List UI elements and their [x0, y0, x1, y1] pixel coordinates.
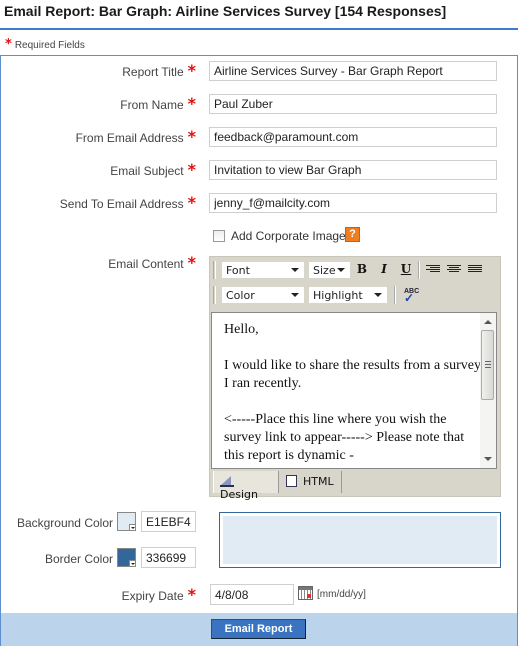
required-asterisk-icon: * [187, 193, 196, 212]
color-preview-box [219, 512, 501, 568]
required-fields-text: Required Fields [14, 40, 85, 51]
email-subject-label: Email Subject * [110, 162, 196, 179]
from-name-label-text: From Name [120, 98, 184, 112]
required-asterisk-icon: * [187, 61, 196, 80]
send-to-label: Send To Email Address * [59, 195, 196, 212]
toolbar-grip[interactable] [213, 261, 216, 279]
border-color-swatch[interactable] [117, 548, 136, 567]
scroll-up-arrow-icon[interactable] [484, 320, 492, 324]
content-paragraph: <-----Place this line where you wish the… [224, 412, 468, 463]
email-content-label-text: Email Content [108, 257, 184, 271]
toolbar-grip[interactable] [213, 286, 216, 304]
add-corporate-image-checkbox[interactable] [213, 230, 225, 242]
chevron-down-icon [129, 524, 135, 530]
background-color-input[interactable] [141, 511, 196, 532]
chevron-down-icon [337, 268, 345, 272]
grip-icon [485, 361, 491, 368]
tab-html[interactable]: HTML [280, 471, 342, 493]
size-select[interactable]: Size [308, 261, 351, 279]
content-paragraph: I would like to share the results from a… [224, 358, 481, 391]
toolbar-separator [394, 286, 396, 304]
tab-design-label: Design [220, 488, 258, 501]
spellcheck-icon[interactable]: ABC ✓ [404, 288, 419, 305]
vertical-scrollbar[interactable] [480, 313, 496, 468]
from-name-input[interactable] [209, 94, 497, 114]
required-asterisk-icon: * [187, 253, 196, 272]
background-color-label: Background Color [16, 516, 113, 530]
report-title-input[interactable] [209, 61, 497, 81]
color-select[interactable]: Color [221, 286, 305, 304]
scroll-thumb[interactable] [481, 330, 494, 400]
html-icon [286, 475, 297, 487]
from-email-label-text: From Email Address [75, 131, 184, 145]
email-report-button[interactable]: Email Report [211, 619, 306, 639]
date-format-hint: [mm/dd/yy] [317, 589, 366, 600]
content-paragraph: Hello, [224, 322, 259, 337]
required-asterisk-icon: * [187, 94, 196, 113]
align-center-icon[interactable] [447, 265, 461, 276]
design-icon [220, 475, 234, 487]
help-icon[interactable]: ? [345, 227, 360, 242]
scroll-down-arrow-icon[interactable] [484, 457, 492, 461]
expiry-date-label: Expiry Date * [121, 587, 196, 604]
bold-button[interactable]: B [354, 262, 370, 276]
required-asterisk-icon: * [187, 585, 196, 604]
from-email-input[interactable] [209, 127, 497, 147]
border-color-label: Border Color [44, 552, 113, 566]
required-asterisk-icon: * [5, 37, 12, 52]
rich-text-editor: Font Size B I U Color Highlight ABC ✓ He… [209, 256, 501, 501]
chevron-down-icon [129, 560, 135, 566]
chevron-down-icon [291, 268, 299, 272]
report-title-label: Report Title * [122, 63, 196, 80]
chevron-down-icon [291, 293, 299, 297]
size-select-value: Size [313, 264, 336, 277]
add-corporate-image-label[interactable]: Add Corporate Image [231, 229, 346, 243]
color-preview-fill [223, 516, 497, 564]
required-fields-legend: * Required Fields [5, 37, 85, 52]
border-color-input[interactable] [141, 547, 196, 568]
from-name-label: From Name * [120, 96, 196, 113]
checkmark-icon: ✓ [404, 291, 415, 305]
from-email-label: From Email Address * [75, 129, 196, 146]
email-subject-label-text: Email Subject [110, 164, 184, 178]
required-asterisk-icon: * [187, 160, 196, 179]
editor-mode-tabs: Design HTML [210, 471, 500, 501]
calendar-icon[interactable] [298, 586, 313, 600]
expiry-date-label-text: Expiry Date [121, 589, 184, 603]
page-title: Email Report: Bar Graph: Airline Service… [4, 3, 447, 19]
align-right-icon[interactable] [426, 265, 440, 276]
title-divider [0, 28, 518, 30]
email-content-textarea[interactable]: Hello, I would like to share the results… [211, 312, 497, 469]
font-select[interactable]: Font [221, 261, 305, 279]
italic-button[interactable]: I [376, 262, 392, 276]
underline-button[interactable]: U [398, 262, 414, 276]
email-subject-input[interactable] [209, 160, 497, 180]
highlight-select[interactable]: Highlight [308, 286, 388, 304]
color-select-value: Color [226, 289, 255, 302]
email-content-label: Email Content * [108, 255, 196, 272]
send-to-label-text: Send To Email Address [59, 197, 184, 211]
align-justify-icon[interactable] [468, 265, 482, 276]
send-to-input[interactable] [209, 193, 497, 213]
required-asterisk-icon: * [187, 127, 196, 146]
chevron-down-icon [374, 293, 382, 297]
tab-html-label: HTML [303, 475, 334, 488]
background-color-swatch[interactable] [117, 512, 136, 531]
toolbar-separator [418, 261, 420, 279]
report-title-label-text: Report Title [122, 65, 184, 79]
font-select-value: Font [226, 264, 250, 277]
highlight-select-value: Highlight [313, 289, 363, 302]
tab-design[interactable]: Design [213, 471, 279, 501]
expiry-date-input[interactable] [210, 584, 294, 605]
